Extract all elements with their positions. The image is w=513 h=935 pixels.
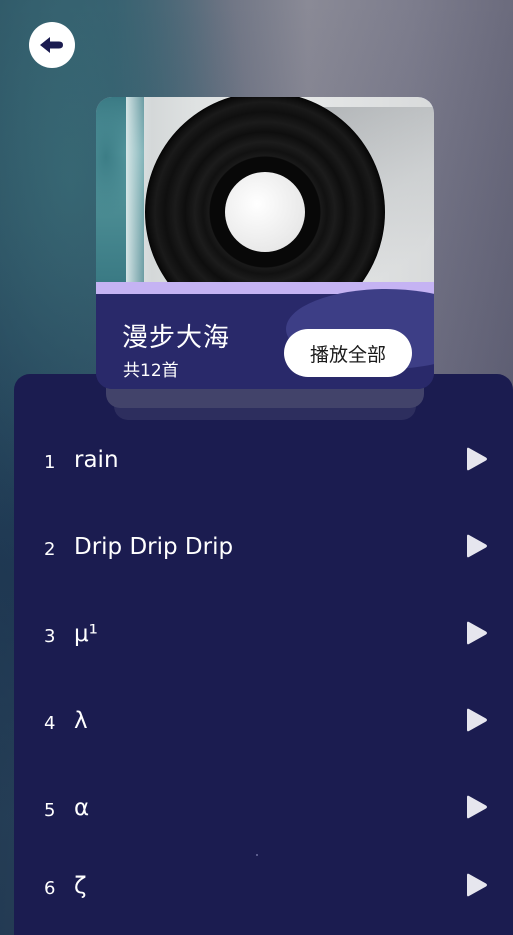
track-title: ζ — [74, 873, 87, 899]
track-number: 5 — [44, 800, 56, 821]
back-button[interactable] — [29, 22, 75, 68]
track-row[interactable]: 4 λ — [14, 683, 513, 770]
track-number: 4 — [44, 713, 56, 734]
track-title: μ¹ — [74, 621, 98, 647]
track-row[interactable]: 2 Drip Drip Drip — [14, 509, 513, 596]
play-icon[interactable] — [463, 533, 489, 559]
play-icon[interactable] — [463, 707, 489, 733]
track-title: α — [74, 795, 90, 821]
play-icon[interactable] — [463, 446, 489, 472]
track-title: λ — [74, 708, 88, 734]
track-title: rain — [74, 447, 119, 473]
play-icon[interactable] — [463, 620, 489, 646]
scroll-indicator-dot — [256, 854, 258, 856]
album-card[interactable]: 漫步大海 共12首 播放全部 — [96, 97, 434, 389]
track-row[interactable]: 1 rain — [14, 422, 513, 509]
track-number: 3 — [44, 626, 56, 647]
track-title: Drip Drip Drip — [74, 534, 234, 560]
track-row[interactable]: 5 α — [14, 770, 513, 857]
album-cover — [96, 97, 434, 282]
album-track-count: 共12首 — [123, 361, 179, 381]
play-icon[interactable] — [463, 794, 489, 820]
record-label — [225, 172, 305, 252]
track-number: 1 — [44, 452, 56, 473]
track-row[interactable]: 6 ζ — [14, 848, 513, 935]
track-row[interactable]: 3 μ¹ — [14, 596, 513, 683]
track-number: 6 — [44, 878, 56, 899]
back-arrow-icon — [39, 35, 65, 55]
play-all-button[interactable]: 播放全部 — [284, 329, 412, 377]
play-icon[interactable] — [463, 872, 489, 898]
track-number: 2 — [44, 539, 56, 560]
album-title: 漫步大海 — [122, 323, 231, 353]
